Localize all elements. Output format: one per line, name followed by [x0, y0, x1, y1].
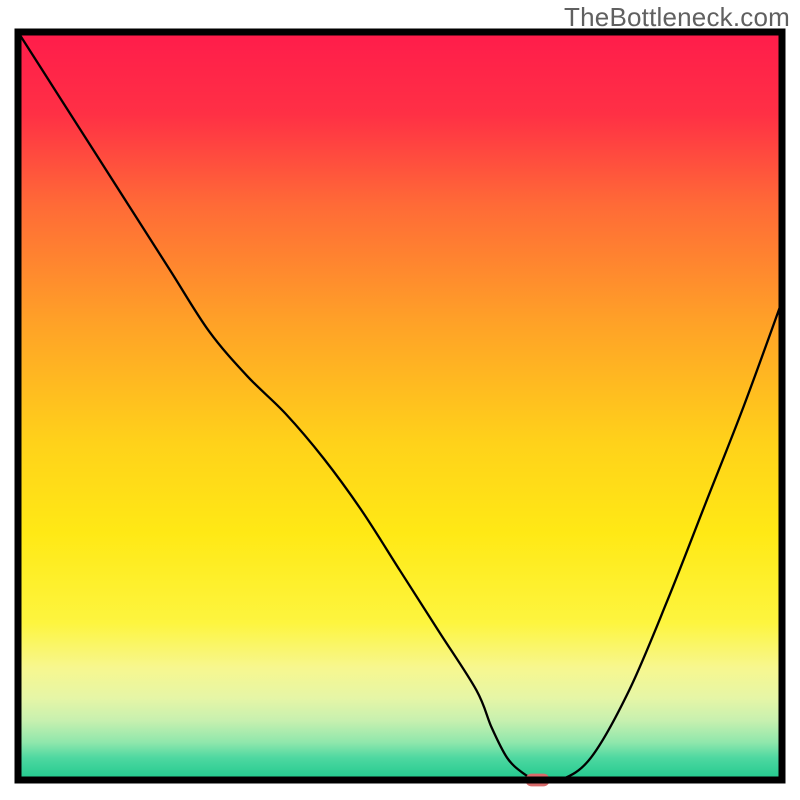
watermark-text: TheBottleneck.com: [564, 2, 790, 33]
plot-area: [18, 32, 782, 786]
chart-container: TheBottleneck.com: [0, 0, 800, 800]
bottleneck-chart: [0, 0, 800, 800]
gradient-background: [18, 32, 782, 780]
